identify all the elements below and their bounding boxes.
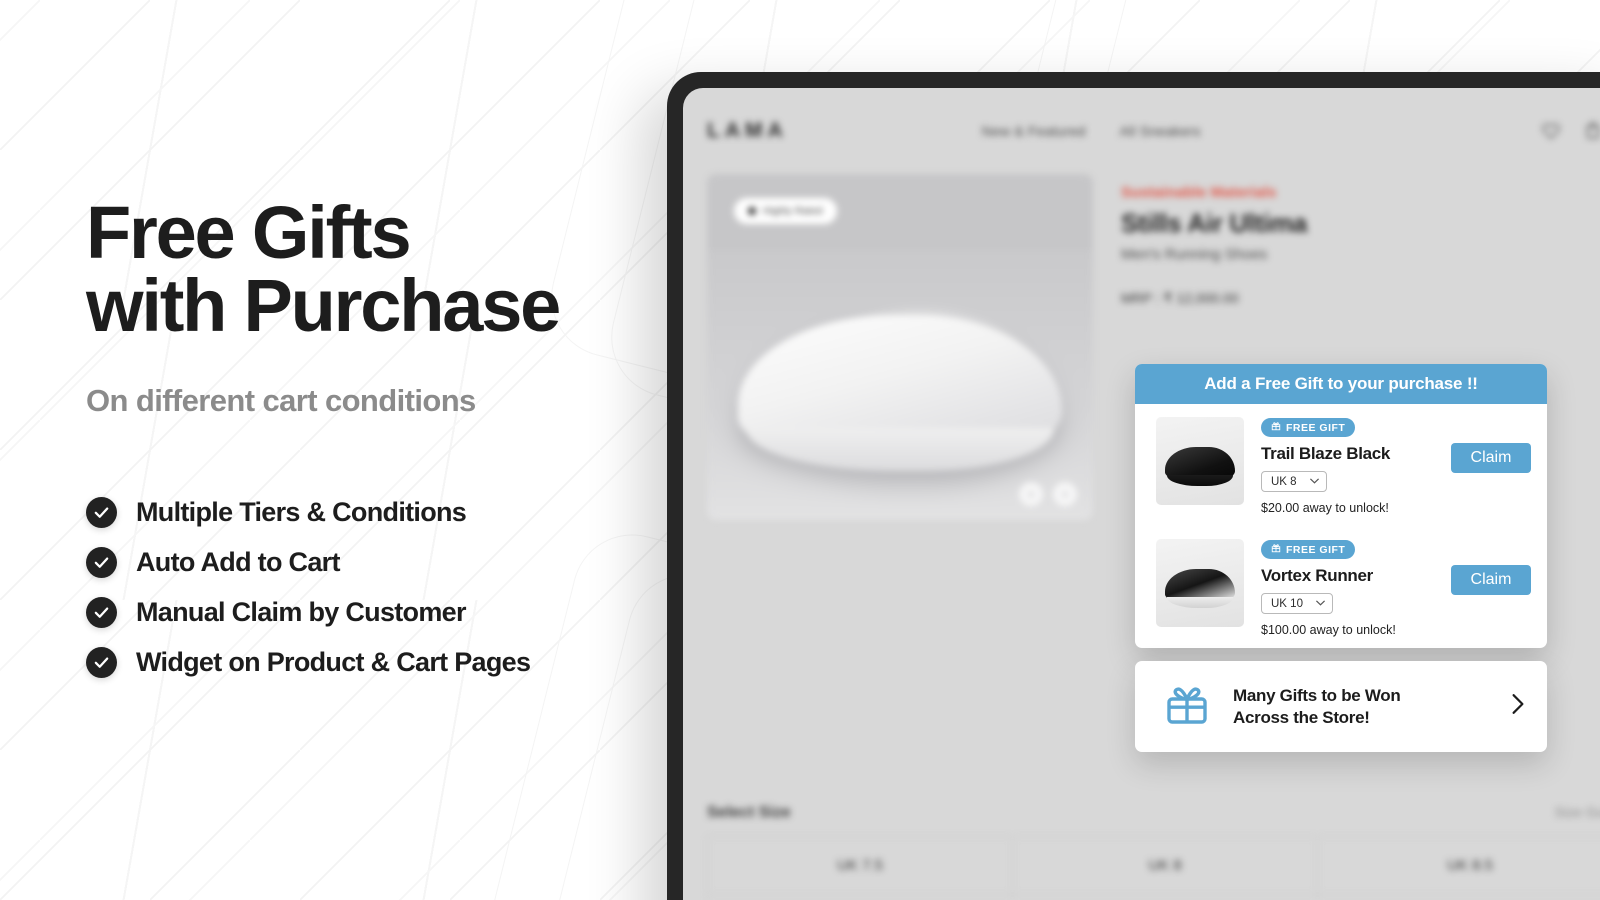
gift-size-select[interactable]: UK 8 bbox=[1261, 471, 1327, 492]
gift-size-value: UK 8 bbox=[1271, 475, 1297, 488]
device-screen: LAMA New & Featured All Sneakers Highly … bbox=[683, 88, 1600, 900]
gallery-next-button[interactable]: › bbox=[1053, 482, 1077, 506]
check-circle-icon bbox=[86, 546, 117, 578]
gallery-prev-button[interactable]: ‹ bbox=[1019, 482, 1043, 506]
feature-label: Auto Add to Cart bbox=[136, 546, 340, 577]
size-guide-link[interactable]: Size Guide bbox=[1555, 804, 1600, 820]
heart-icon[interactable] bbox=[1541, 121, 1561, 141]
tablet-device-frame: LAMA New & Featured All Sneakers Highly … bbox=[667, 72, 1600, 900]
product-title: Stills Air Ultima bbox=[1121, 208, 1308, 238]
product-tagline: Sustainable Materials bbox=[1121, 184, 1277, 201]
size-selector-header: Select Size Size Guide bbox=[707, 804, 1600, 822]
product-subtitle: Men's Running Shoes bbox=[1121, 246, 1268, 263]
claim-button[interactable]: Claim bbox=[1451, 565, 1531, 595]
feature-label: Widget on Product & Cart Pages bbox=[136, 646, 531, 677]
list-item: Multiple Tiers & Conditions bbox=[86, 496, 706, 528]
size-selector-section: Select Size Size Guide UK 7.5 UK 8 UK 8.… bbox=[683, 804, 1600, 900]
gift-thumbnail[interactable] bbox=[1156, 417, 1244, 505]
list-item: Auto Add to Cart bbox=[86, 546, 706, 578]
badge-label: Highly Rated bbox=[763, 205, 823, 217]
promo-line-2: Across the Store! bbox=[1233, 707, 1370, 727]
marketing-column: Free Gifts with Purchase On different ca… bbox=[86, 196, 706, 697]
size-grid: UK 7.5 UK 8 UK 8.5 UK 9 UK 9.5 UK 10 bbox=[707, 836, 1600, 900]
store-nav: New & Featured All Sneakers bbox=[982, 123, 1201, 139]
gift-icon bbox=[1271, 543, 1281, 556]
shoe-sole-shape bbox=[1166, 475, 1234, 486]
feature-label: Multiple Tiers & Conditions bbox=[136, 496, 467, 527]
check-circle-icon bbox=[86, 496, 117, 528]
size-option[interactable]: UK 9 bbox=[708, 895, 1013, 900]
size-option[interactable]: UK 8 bbox=[1013, 837, 1318, 895]
status-badge: FREE GIFT bbox=[1261, 540, 1356, 559]
claim-button[interactable]: Claim bbox=[1451, 443, 1531, 473]
list-item: Widget on Product & Cart Pages bbox=[86, 646, 706, 678]
promo-line-1: Many Gifts to be Won bbox=[1233, 686, 1401, 706]
shoe-sole-shape bbox=[745, 428, 1055, 472]
gift-info: FREE GIFT Trail Blaze Black UK 8 $20.00 … bbox=[1261, 417, 1434, 515]
badge-dot-icon bbox=[748, 207, 756, 215]
status-badge: FREE GIFT bbox=[1261, 418, 1356, 437]
gift-unlock-text: $20.00 away to unlock! bbox=[1261, 501, 1389, 515]
feature-label: Manual Claim by Customer bbox=[136, 596, 466, 627]
size-option[interactable]: UK 8.5 bbox=[1318, 837, 1600, 895]
gift-card: Add a Free Gift to your purchase !! FREE… bbox=[1135, 364, 1547, 648]
store-logo[interactable]: LAMA bbox=[707, 119, 788, 143]
gift-size-select[interactable]: UK 10 bbox=[1261, 593, 1333, 614]
badge-label: FREE GIFT bbox=[1286, 421, 1346, 434]
store-header: LAMA New & Featured All Sneakers bbox=[683, 88, 1600, 174]
product-photo bbox=[707, 250, 1093, 520]
promo-text: Many Gifts to be Won Across the Store! bbox=[1233, 685, 1401, 728]
check-circle-icon bbox=[86, 596, 117, 628]
gift-info: FREE GIFT Vortex Runner UK 10 $100.00 aw… bbox=[1261, 539, 1434, 637]
chevron-right-icon[interactable] bbox=[1511, 693, 1525, 721]
shoe-sole-shape bbox=[1166, 597, 1234, 608]
bag-icon[interactable] bbox=[1583, 121, 1600, 141]
gallery-arrows: ‹ › bbox=[1019, 482, 1077, 506]
size-option[interactable]: UK 9.5 bbox=[1013, 895, 1318, 900]
check-circle-icon bbox=[86, 646, 117, 678]
gift-unlock-text: $100.00 away to unlock! bbox=[1261, 623, 1396, 637]
many-gifts-promo-banner[interactable]: Many Gifts to be Won Across the Store! bbox=[1135, 661, 1547, 752]
page-title: Free Gifts with Purchase bbox=[86, 196, 706, 343]
list-item: FREE GIFT Trail Blaze Black UK 8 $20.00 … bbox=[1135, 404, 1547, 526]
list-item: FREE GIFT Vortex Runner UK 10 $100.00 aw… bbox=[1135, 526, 1547, 648]
size-option[interactable]: UK 10 bbox=[1318, 895, 1600, 900]
chevron-down-icon bbox=[1316, 599, 1325, 608]
headline-line-2: with Purchase bbox=[86, 264, 561, 348]
free-gift-widget: Add a Free Gift to your purchase !! FREE… bbox=[1135, 364, 1547, 752]
gift-name: Vortex Runner bbox=[1261, 566, 1373, 585]
gift-thumbnail[interactable] bbox=[1156, 539, 1244, 627]
status-badge: Highly Rated bbox=[734, 198, 837, 224]
feature-list: Multiple Tiers & Conditions Auto Add to … bbox=[86, 496, 706, 678]
gift-card-title: Add a Free Gift to your purchase !! bbox=[1135, 364, 1547, 404]
chevron-down-icon bbox=[1309, 477, 1319, 486]
gift-box-icon bbox=[1163, 680, 1211, 733]
gift-icon bbox=[1271, 421, 1281, 434]
headline-line-1: Free Gifts bbox=[86, 191, 412, 274]
page-subtitle: On different cart conditions bbox=[86, 382, 476, 418]
badge-label: FREE GIFT bbox=[1286, 543, 1346, 556]
gift-size-value: UK 10 bbox=[1271, 597, 1303, 610]
select-size-label: Select Size bbox=[707, 804, 791, 821]
product-gallery[interactable]: Highly Rated ‹ › bbox=[707, 174, 1093, 520]
size-option[interactable]: UK 7.5 bbox=[708, 837, 1013, 895]
header-icons bbox=[1541, 121, 1600, 141]
product-price: MRP : ₹ 12,000.00 bbox=[1121, 290, 1239, 306]
nav-link-all-sneakers[interactable]: All Sneakers bbox=[1120, 123, 1201, 139]
nav-link-new-featured[interactable]: New & Featured bbox=[982, 123, 1086, 139]
gift-name: Trail Blaze Black bbox=[1261, 444, 1391, 463]
list-item: Manual Claim by Customer bbox=[86, 596, 706, 628]
